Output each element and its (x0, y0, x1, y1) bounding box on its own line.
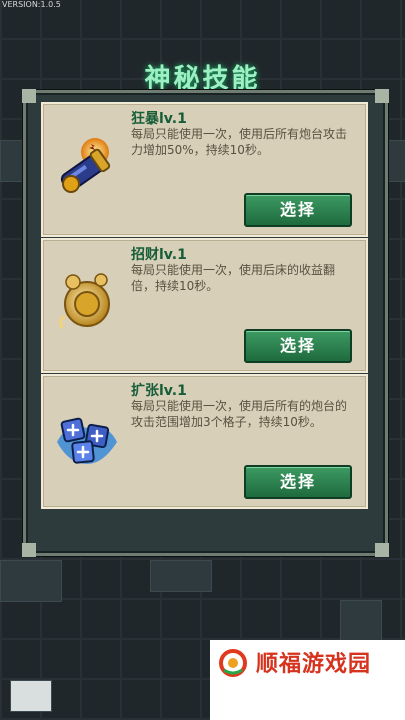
watermark-text: 顺福游戏园 (256, 652, 372, 677)
corner-ornament (375, 89, 389, 103)
cannon-icon (51, 130, 121, 200)
skill-description: 每局只能使用一次，使用后所有的炮台的攻击范围增加3个格子，持续10秒。 (131, 399, 348, 429)
skill-description: 每局只能使用一次，使用后所有炮台攻击力增加50%，持续10秒。 (131, 127, 348, 157)
skill-card-rage: 狂暴lv.1 每局只能使用一次，使用后所有炮台攻击力增加50%，持续10秒。 选… (41, 102, 368, 237)
skill-name: 扩张lv.1 (131, 383, 187, 399)
skill-name: 招财lv.1 (131, 247, 187, 263)
skill-description: 每局只能使用一次，使用后床的收益翻倍，持续10秒。 (131, 263, 336, 293)
corner-ornament (22, 89, 36, 103)
dice-icon (51, 402, 121, 472)
select-button[interactable]: 选择 (244, 329, 352, 363)
version-label: VERSION:1.0.5 (2, 0, 61, 9)
select-button[interactable]: 选择 (244, 465, 352, 499)
coin-icon (51, 266, 121, 336)
skill-name: 狂暴lv.1 (131, 111, 187, 127)
skill-card-wealth: 招财lv.1 每局只能使用一次，使用后床的收益翻倍，持续10秒。 选择 (41, 238, 368, 373)
corner-ornament (375, 543, 389, 557)
select-button[interactable]: 选择 (244, 193, 352, 227)
watermark-logo-icon (218, 648, 248, 678)
skill-card-expand: 扩张lv.1 每局只能使用一次，使用后所有的炮台的攻击范围增加3个格子，持续10… (41, 374, 368, 509)
watermark: 顺福游戏园 (210, 640, 405, 720)
corner-ornament (22, 543, 36, 557)
